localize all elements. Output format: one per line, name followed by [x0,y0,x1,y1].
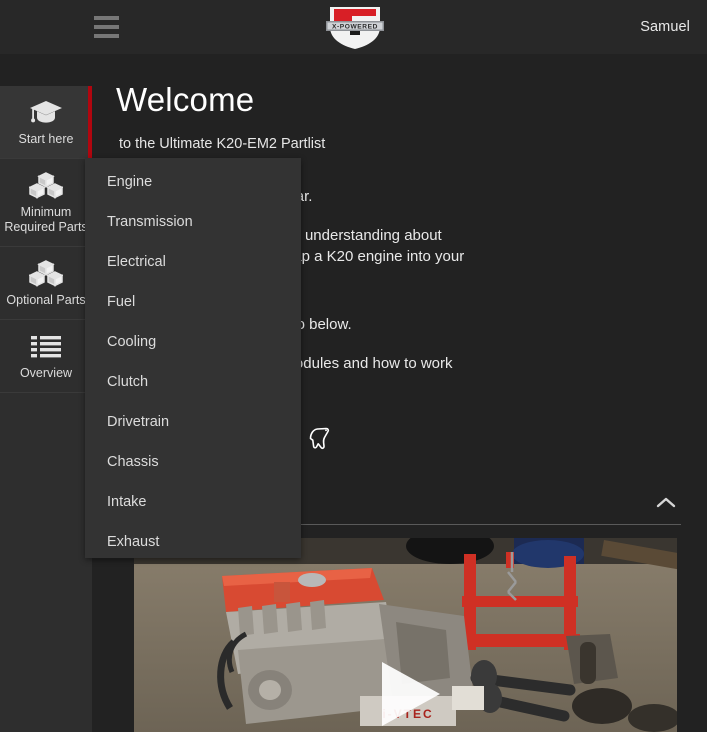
dropdown-item-cooling[interactable]: Cooling [85,322,301,362]
logo-text: X-POWERED [332,24,378,31]
page-title: Welcome [116,81,255,118]
dropdown-item-chassis[interactable]: Chassis [85,442,301,482]
sidebar-item-overview[interactable]: Overview [0,320,92,393]
sidebar-item-label-line2: Required Parts [4,220,88,234]
app-root: X-POWERED Samuel Start here Minimum Requ… [0,0,707,732]
list-icon [28,331,64,361]
sidebar-item-label: Overview [19,366,73,380]
dropdown-item-exhaust[interactable]: Exhaust [85,522,301,562]
dropdown-item-engine[interactable]: Engine [85,162,301,202]
hamburger-bar-3 [94,34,119,38]
hamburger-bar-2 [94,25,119,29]
sidebar-item-optional-parts[interactable]: Optional Parts [0,247,92,320]
play-triangle-icon[interactable] [382,662,440,726]
dropdown-item-electrical[interactable]: Electrical [85,242,301,282]
dropdown-item-clutch[interactable]: Clutch [85,362,301,402]
sidebar-item-start-here[interactable]: Start here [0,86,92,159]
sidebar-item-minimum-required-parts[interactable]: Minimum Required Parts [0,159,92,247]
sidebar-nav: Start here Minimum Required Parts Option… [0,86,92,732]
pointer-hand-cursor-icon [306,425,332,457]
collapse-section-button[interactable] [653,494,679,516]
dropdown-item-drivetrain[interactable]: Drivetrain [85,402,301,442]
top-header: X-POWERED Samuel [0,0,707,54]
hamburger-menu-icon[interactable] [94,16,119,38]
hamburger-bar-1 [94,16,119,20]
module-dropdown-menu: Engine Transmission Electrical Fuel Cool… [85,158,301,558]
page-subtitle: to the Ultimate K20-EM2 Partlist [119,136,326,152]
username-label: Samuel [640,19,690,35]
user-menu[interactable]: Samuel [640,0,690,54]
sidebar-item-label: Optional Parts [6,293,86,307]
sidebar-item-label: Start here [18,132,74,146]
boxes-icon [28,170,64,200]
sidebar-item-label-line1: Minimum [20,205,72,219]
graduation-cap-icon [28,97,64,127]
dropdown-item-intake[interactable]: Intake [85,482,301,522]
sidebar-item-label: Minimum Required Parts [4,205,87,235]
dropdown-item-transmission[interactable]: Transmission [85,202,301,242]
boxes-icon [28,258,64,288]
chevron-up-icon [656,496,676,514]
x-powered-logo[interactable]: X-POWERED [320,3,390,51]
dropdown-item-fuel[interactable]: Fuel [85,282,301,322]
